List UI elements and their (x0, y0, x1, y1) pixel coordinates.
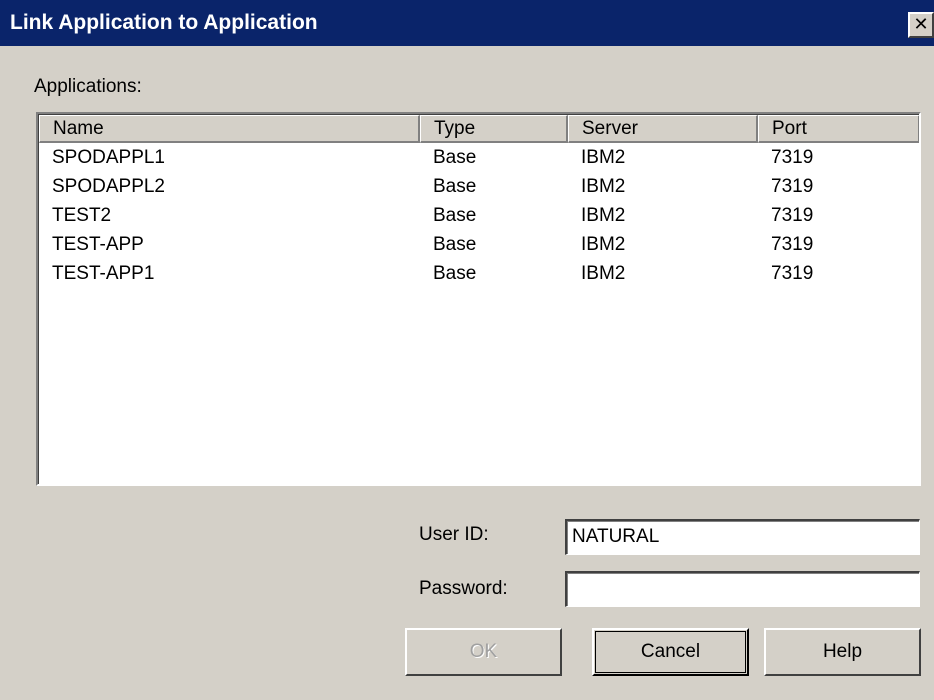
link-application-dialog: Link Application to Application ✕ Applic… (0, 0, 934, 700)
password-label: Password: (419, 578, 508, 599)
cell-port: 7319 (771, 205, 814, 226)
close-button[interactable]: ✕ (908, 12, 934, 38)
cell-port: 7319 (771, 147, 814, 168)
table-row[interactable]: SPODAPPL1 Base IBM2 7319 (39, 143, 919, 172)
cell-port: 7319 (771, 263, 814, 284)
list-rows: SPODAPPL1 Base IBM2 7319 SPODAPPL2 Base … (39, 143, 919, 288)
cell-port: 7319 (771, 176, 814, 197)
cell-type: Base (433, 234, 477, 255)
cell-type: Base (433, 176, 477, 197)
user-id-label: User ID: (419, 524, 489, 545)
dialog-title: Link Application to Application (10, 11, 318, 34)
column-header-port[interactable]: Port (758, 115, 919, 143)
ok-button[interactable]: OK (405, 628, 562, 676)
cell-server: IBM2 (581, 234, 626, 255)
cell-server: IBM2 (581, 205, 626, 226)
cell-name: TEST-APP (52, 234, 144, 255)
cell-type: Base (433, 147, 477, 168)
table-row[interactable]: TEST-APP Base IBM2 7319 (39, 230, 919, 259)
cell-server: IBM2 (581, 176, 626, 197)
help-button[interactable]: Help (764, 628, 921, 676)
cell-server: IBM2 (581, 263, 626, 284)
cell-name: SPODAPPL2 (52, 176, 165, 197)
table-row[interactable]: TEST2 Base IBM2 7319 (39, 201, 919, 230)
cell-type: Base (433, 263, 477, 284)
cell-name: TEST-APP1 (52, 263, 155, 284)
table-row[interactable]: TEST-APP1 Base IBM2 7319 (39, 259, 919, 288)
cell-server: IBM2 (581, 147, 626, 168)
password-field[interactable] (565, 571, 920, 607)
cell-type: Base (433, 205, 477, 226)
table-row[interactable]: SPODAPPL2 Base IBM2 7319 (39, 172, 919, 201)
cell-name: SPODAPPL1 (52, 147, 165, 168)
cancel-button[interactable]: Cancel (592, 628, 749, 676)
user-id-field[interactable]: NATURAL (565, 519, 920, 555)
title-bar[interactable]: Link Application to Application ✕ (0, 0, 934, 46)
close-icon: ✕ (913, 14, 929, 35)
column-header-name[interactable]: Name (39, 115, 420, 143)
list-header: Name Type Server Port (39, 115, 919, 143)
applications-label: Applications: (34, 76, 142, 97)
column-header-type[interactable]: Type (420, 115, 568, 143)
column-header-server[interactable]: Server (568, 115, 758, 143)
cell-port: 7319 (771, 234, 814, 255)
cell-name: TEST2 (52, 205, 112, 226)
applications-list[interactable]: Name Type Server Port SPODAPPL1 Base IBM… (36, 112, 921, 486)
